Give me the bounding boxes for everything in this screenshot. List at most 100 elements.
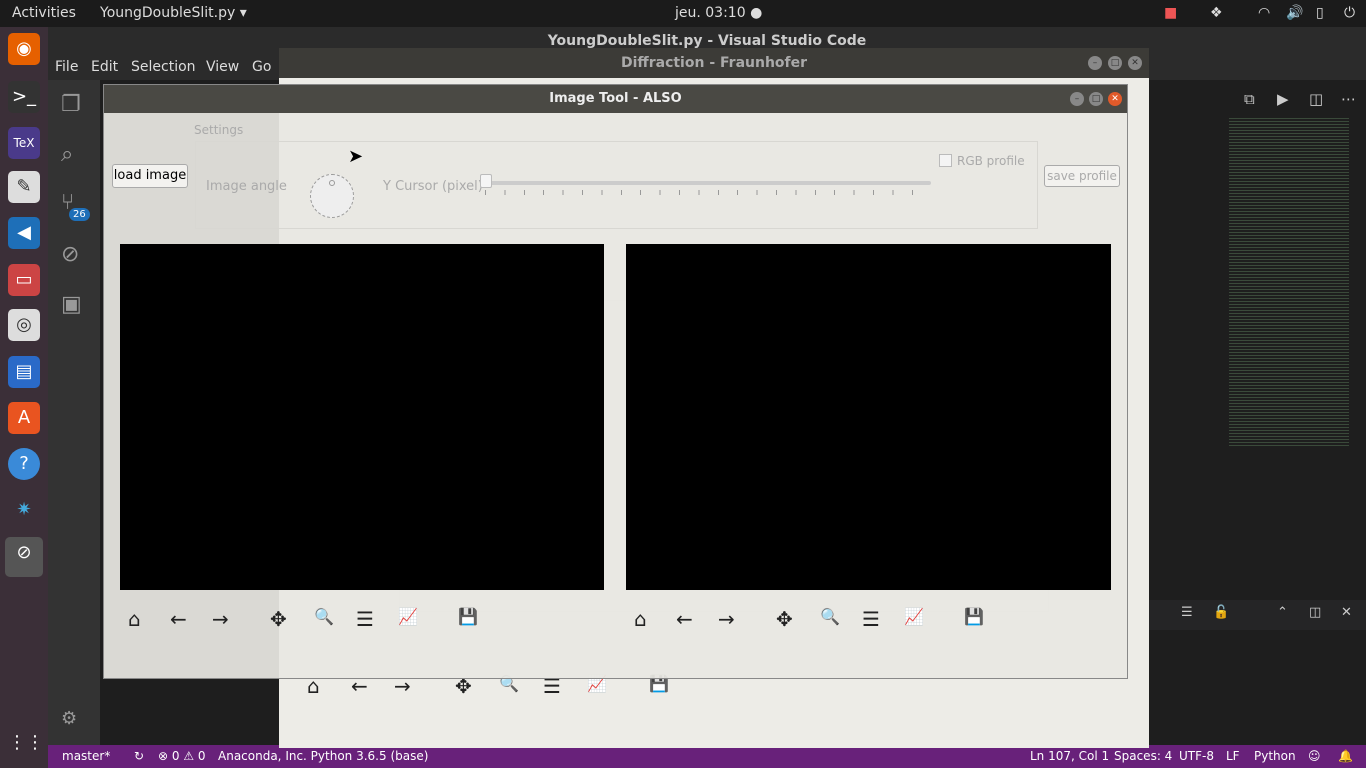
- minimize-button[interactable]: –: [1070, 92, 1084, 106]
- maximize-button[interactable]: □: [1089, 92, 1103, 106]
- menu-view[interactable]: View: [206, 59, 239, 75]
- configure-icon[interactable]: ☰: [862, 607, 880, 631]
- load-image-button[interactable]: load image: [112, 164, 188, 188]
- activities-button[interactable]: Activities: [12, 5, 76, 21]
- edit-curves-icon[interactable]: 📈: [398, 607, 418, 626]
- split-editor-icon[interactable]: ◫: [1309, 90, 1323, 108]
- top-bar: Activities YoungDoubleSlit.py ▾ jeu. 03:…: [0, 0, 1366, 27]
- firefox-icon[interactable]: ◉: [8, 33, 40, 65]
- configure-icon[interactable]: ☰: [356, 607, 374, 631]
- image-tool-title: Image Tool - ALSO: [104, 85, 1127, 113]
- menu-edit[interactable]: Edit: [91, 59, 118, 75]
- feedback-icon[interactable]: ☺: [1308, 749, 1321, 763]
- software-icon[interactable]: A: [8, 402, 40, 434]
- zoom-icon[interactable]: 🔍: [314, 607, 334, 626]
- dock: ◉ >_ TeX ✎ ◀ ▭ ◎ ▤ A ? ✷ ⊘ ⋮⋮: [0, 27, 48, 768]
- rgb-profile-checkbox[interactable]: [939, 154, 952, 167]
- wifi-icon[interactable]: ◠: [1258, 5, 1270, 21]
- source-control-icon[interactable]: ⑂ 26: [61, 190, 90, 221]
- rgb-profile-label: RGB profile: [957, 154, 1025, 168]
- close-button[interactable]: ✕: [1108, 92, 1122, 106]
- language[interactable]: Python: [1254, 749, 1296, 763]
- rhythmbox-icon[interactable]: ◎: [8, 309, 40, 341]
- zoom-icon[interactable]: 🔍: [820, 607, 840, 626]
- notifications-icon[interactable]: 🔔: [1338, 749, 1353, 763]
- minimize-button[interactable]: –: [1088, 56, 1102, 70]
- dropbox-icon[interactable]: ❖: [1210, 5, 1223, 21]
- files-icon[interactable]: ▭: [8, 264, 40, 296]
- extensions-icon[interactable]: ▣: [61, 292, 82, 317]
- maximize-panel-icon[interactable]: ⌃: [1277, 605, 1288, 620]
- show-apps-icon[interactable]: ⋮⋮: [8, 727, 44, 759]
- branch[interactable]: master*: [62, 749, 110, 763]
- search-icon[interactable]: ⌕: [61, 142, 73, 167]
- texmaker-icon[interactable]: TeX: [8, 127, 40, 159]
- warning-count: 0: [197, 749, 206, 763]
- menu-file[interactable]: File: [55, 59, 78, 75]
- text-editor-icon[interactable]: ✎: [8, 171, 40, 203]
- spyder-icon[interactable]: ✷: [8, 494, 40, 526]
- encoding[interactable]: UTF-8: [1179, 749, 1214, 763]
- save-figure-icon[interactable]: 💾: [458, 607, 478, 626]
- battery-icon[interactable]: ▯: [1316, 5, 1324, 21]
- indentation[interactable]: Spaces: 4: [1114, 749, 1172, 763]
- error-count: 0: [171, 749, 180, 763]
- terminal-icon[interactable]: >_: [8, 81, 40, 113]
- settings-gear-icon[interactable]: ⚙: [61, 708, 77, 729]
- y-cursor-label: Y Cursor (pixel): [383, 179, 483, 194]
- power-icon[interactable]: ⏻: [1344, 5, 1355, 21]
- open-changes-icon[interactable]: ⧉: [1244, 90, 1255, 108]
- clock[interactable]: jeu. 03:10 ●: [675, 5, 762, 21]
- app-menu[interactable]: YoungDoubleSlit.py ▾: [100, 5, 247, 21]
- forward-icon[interactable]: →: [718, 607, 735, 631]
- image-tool-window: Image Tool - ALSO – □ ✕ load image Setti…: [103, 84, 1128, 679]
- edit-curves-icon[interactable]: 📈: [904, 607, 924, 626]
- close-button[interactable]: ✕: [1128, 56, 1142, 70]
- back-icon[interactable]: ←: [170, 607, 187, 631]
- close-panel-icon[interactable]: ✕: [1341, 605, 1352, 620]
- y-cursor-slider[interactable]: [485, 181, 931, 185]
- writer-icon[interactable]: ▤: [8, 356, 40, 388]
- run-icon[interactable]: ▶: [1277, 90, 1289, 108]
- status-bar: master* ↻ ⊗ 0 ⚠ 0 Anaconda, Inc. Python …: [48, 745, 1366, 768]
- lock-icon[interactable]: 🔓: [1213, 605, 1229, 620]
- y-cursor-slider-handle[interactable]: [480, 174, 492, 188]
- explorer-icon[interactable]: ❐: [61, 92, 81, 117]
- cursor-position[interactable]: Ln 107, Col 1: [1030, 749, 1109, 763]
- more-icon[interactable]: ⋯: [1341, 90, 1356, 108]
- vscode-icon[interactable]: ◀: [8, 217, 40, 249]
- source-control-badge: 26: [69, 208, 90, 221]
- interpreter[interactable]: Anaconda, Inc. Python 3.6.5 (base): [218, 749, 428, 763]
- left-plot-toolbar: ⌂ ← → ✥ 🔍 ☰ 📈 💾: [128, 607, 488, 633]
- eol[interactable]: LF: [1226, 749, 1240, 763]
- clear-icon[interactable]: ☰: [1181, 605, 1193, 620]
- debug-icon[interactable]: ⊘: [61, 242, 79, 267]
- back-icon[interactable]: ←: [676, 607, 693, 631]
- minimap[interactable]: [1229, 116, 1349, 446]
- settings-group: Image angle Y Cursor (pixel) RGB profile: [195, 141, 1038, 229]
- save-figure-icon[interactable]: 💾: [964, 607, 984, 626]
- pan-icon[interactable]: ✥: [270, 607, 287, 631]
- save-profile-button[interactable]: save profile: [1044, 165, 1120, 187]
- menu-go[interactable]: Go: [252, 59, 271, 75]
- sync-icon[interactable]: ↻: [134, 749, 144, 763]
- record-icon[interactable]: ■: [1164, 5, 1177, 21]
- slider-ticks: [485, 190, 931, 195]
- menu-selection[interactable]: Selection: [131, 59, 196, 75]
- python-app-icon[interactable]: ⊘: [5, 537, 43, 577]
- image-plot-right[interactable]: [626, 244, 1111, 590]
- panel-header: ☰ 🔓 ⌃ ◫ ✕: [1149, 600, 1366, 630]
- settings-label: Settings: [194, 123, 244, 137]
- maximize-button[interactable]: □: [1108, 56, 1122, 70]
- volume-icon[interactable]: 🔊: [1286, 5, 1303, 21]
- help-icon[interactable]: ?: [8, 448, 40, 480]
- problems[interactable]: ⊗ 0 ⚠ 0: [158, 749, 206, 763]
- home-icon[interactable]: ⌂: [128, 607, 141, 631]
- image-angle-dial[interactable]: [310, 174, 354, 218]
- image-plot-left[interactable]: [120, 244, 604, 590]
- layout-icon[interactable]: ◫: [1309, 605, 1321, 620]
- image-angle-label: Image angle: [206, 179, 287, 194]
- home-icon[interactable]: ⌂: [634, 607, 647, 631]
- pan-icon[interactable]: ✥: [776, 607, 793, 631]
- forward-icon[interactable]: →: [212, 607, 229, 631]
